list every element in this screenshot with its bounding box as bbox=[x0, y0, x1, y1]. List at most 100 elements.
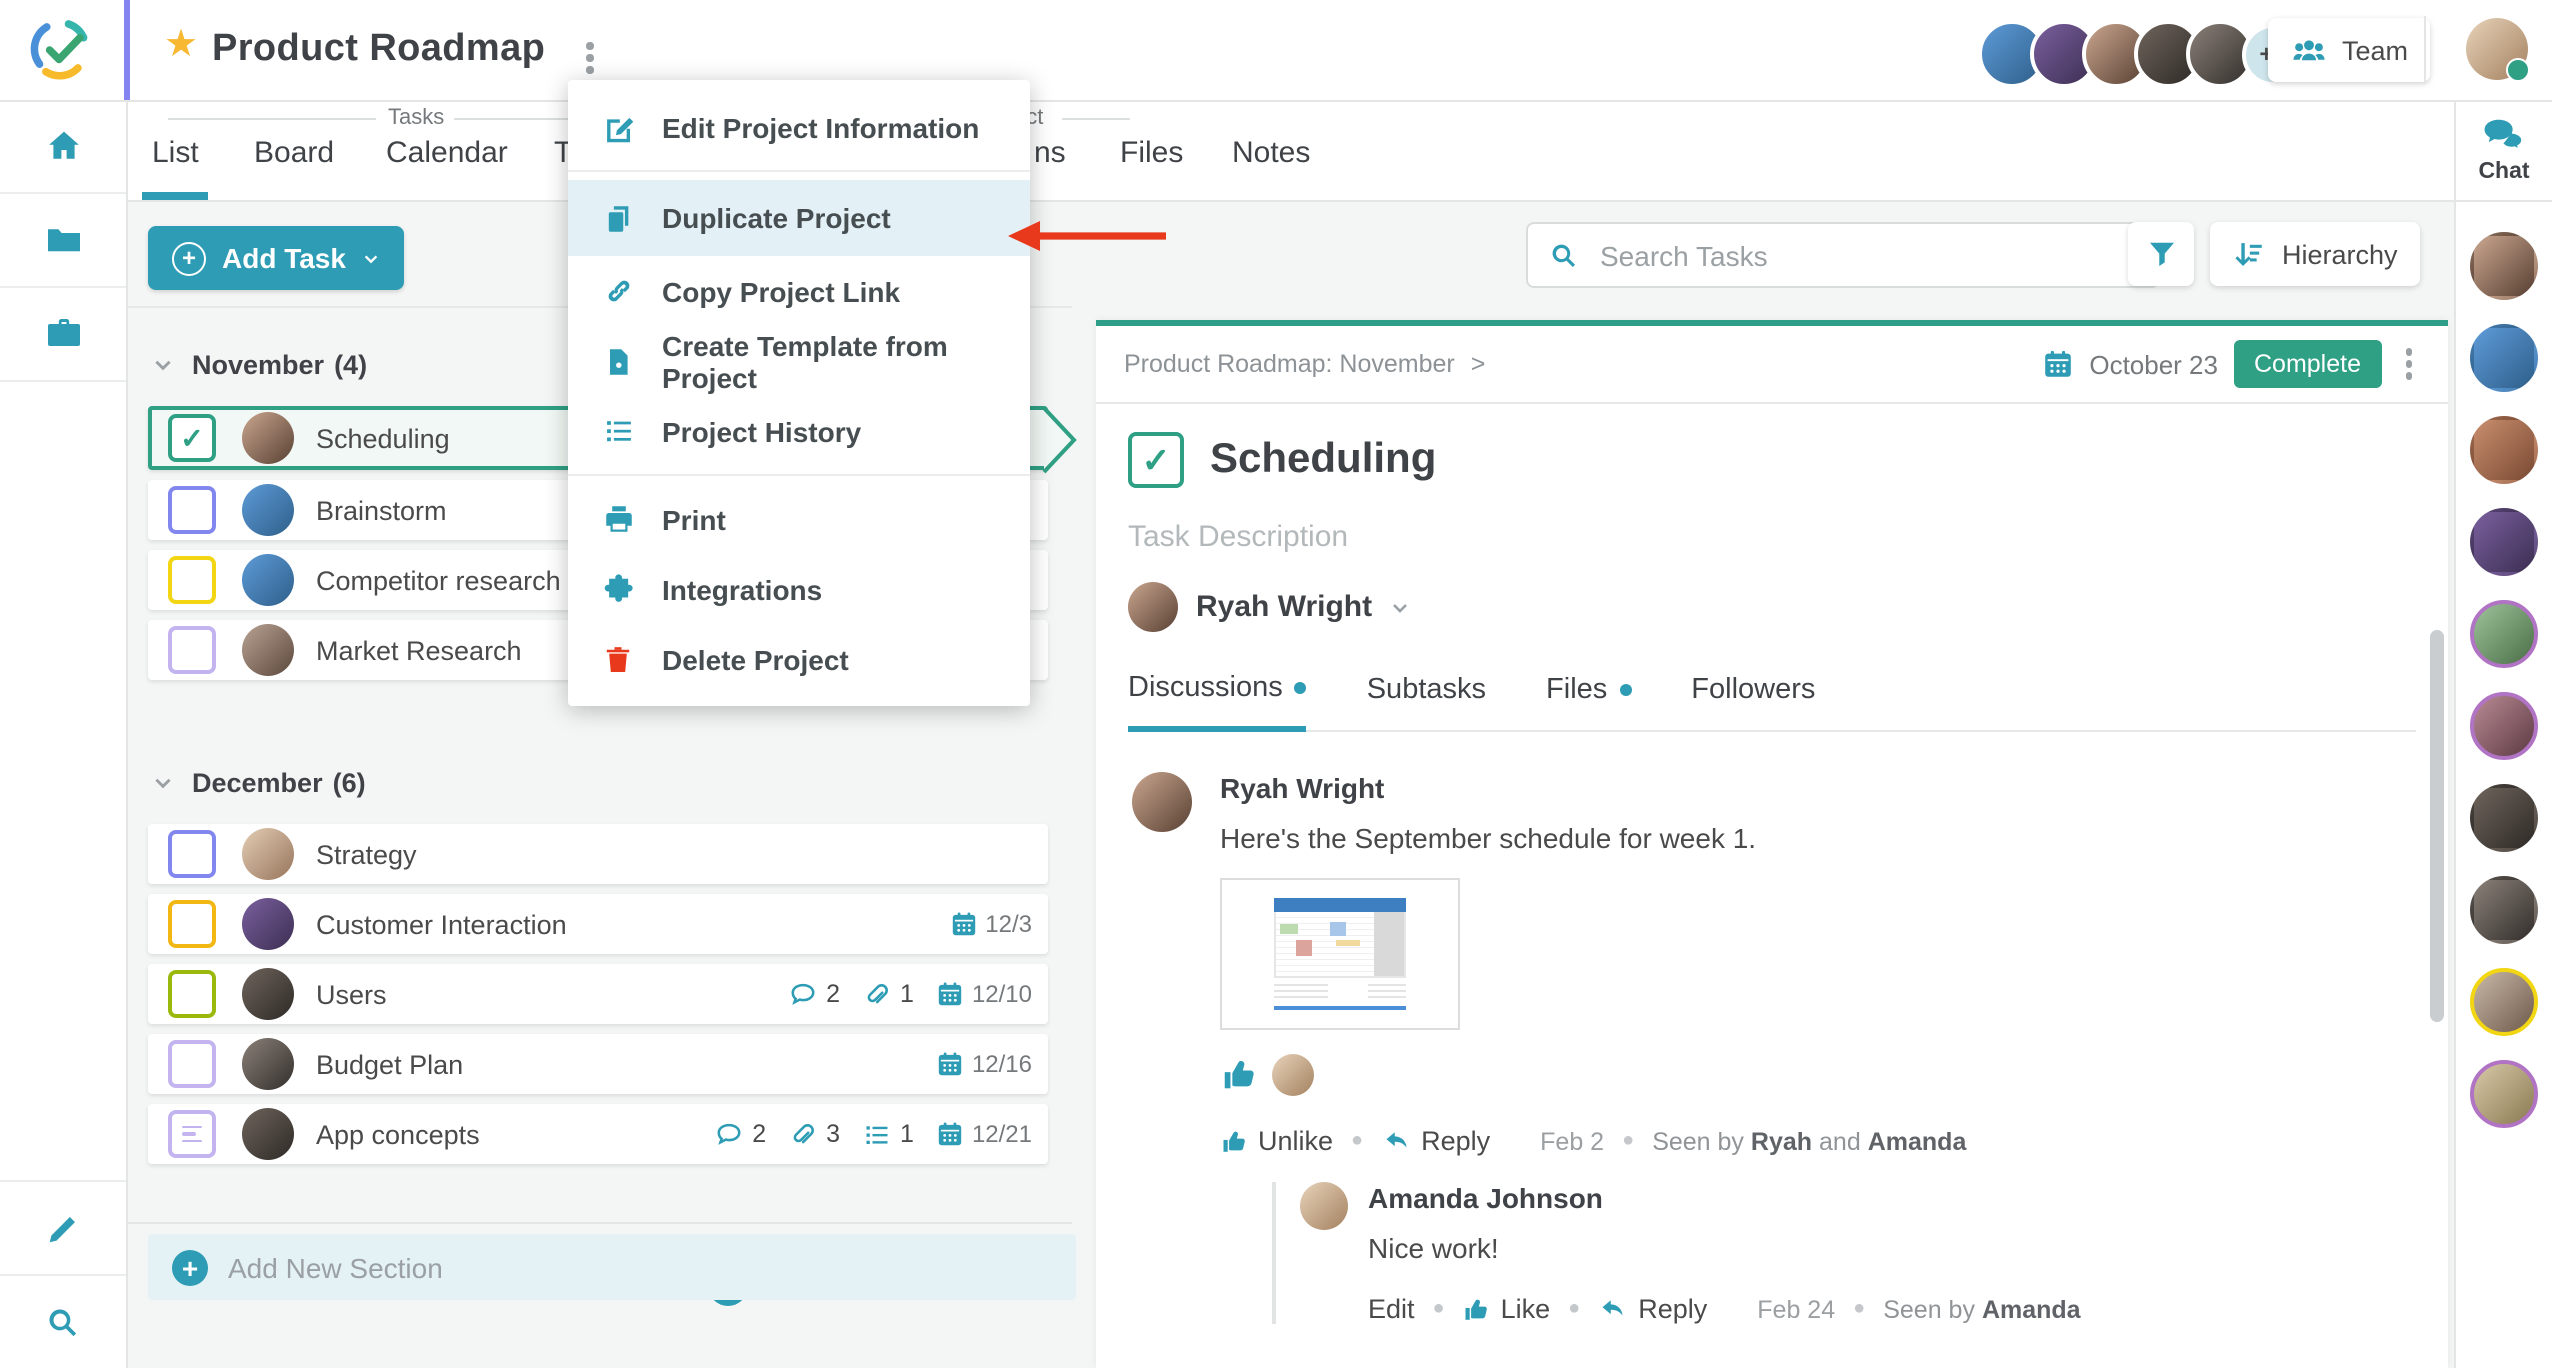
due-date-text: 12/3 bbox=[985, 910, 1032, 938]
menu-divider bbox=[568, 474, 1030, 476]
chat-avatar[interactable] bbox=[2470, 968, 2538, 1036]
breadcrumb[interactable]: Product Roadmap: November bbox=[1124, 350, 1455, 378]
reply-action[interactable]: Reply bbox=[1598, 1294, 1707, 1324]
tab-board[interactable]: Board bbox=[254, 136, 334, 170]
due-date: 12/16 bbox=[936, 1050, 1032, 1078]
tab-list[interactable]: List bbox=[152, 136, 199, 170]
filter-button[interactable] bbox=[2128, 222, 2194, 286]
complete-button[interactable]: Complete bbox=[2234, 340, 2381, 388]
chat-label: Chat bbox=[2478, 160, 2529, 184]
comment-count-text: 2 bbox=[826, 980, 840, 1008]
task-checkbox[interactable] bbox=[168, 626, 216, 674]
chat-avatar[interactable] bbox=[2470, 876, 2538, 944]
due-date-text[interactable]: October 23 bbox=[2089, 349, 2218, 379]
task-checkbox[interactable] bbox=[168, 970, 216, 1018]
due-date-text: 12/21 bbox=[972, 1120, 1032, 1148]
task-menu-button[interactable] bbox=[2397, 341, 2420, 388]
edit-action[interactable]: Edit bbox=[1368, 1294, 1415, 1324]
task-title: Scheduling bbox=[316, 423, 450, 453]
chat-avatar[interactable] bbox=[2470, 692, 2538, 760]
history-icon bbox=[600, 414, 636, 448]
calendar-icon bbox=[936, 1050, 964, 1078]
chat-avatar[interactable] bbox=[2470, 600, 2538, 668]
menu-item-delete-project[interactable]: Delete Project bbox=[568, 624, 1030, 694]
reply-action[interactable]: Reply bbox=[1381, 1126, 1490, 1156]
chevron-down-icon bbox=[362, 249, 380, 267]
nav-work-button[interactable] bbox=[0, 288, 126, 382]
task-row-customer-interaction[interactable]: Customer Interaction 12/3 bbox=[148, 894, 1048, 954]
task-checkbox[interactable] bbox=[168, 830, 216, 878]
tab-subtasks[interactable]: Subtasks bbox=[1367, 656, 1486, 730]
task-row-app-concepts[interactable]: App concepts 2 3 bbox=[148, 1104, 1048, 1164]
subtask-count: 1 bbox=[862, 1119, 914, 1149]
task-checkbox[interactable] bbox=[168, 1110, 216, 1158]
group-line bbox=[1062, 118, 1130, 120]
section-count: (4) bbox=[334, 349, 367, 379]
tab-calendar[interactable]: Calendar bbox=[386, 136, 508, 170]
reply-author-avatar bbox=[1300, 1182, 1348, 1230]
task-row-budget-plan[interactable]: Budget Plan 12/16 bbox=[148, 1034, 1048, 1094]
task-checkbox[interactable] bbox=[168, 486, 216, 534]
menu-item-label: Print bbox=[662, 503, 726, 535]
task-row-users[interactable]: Users 2 1 bbox=[148, 964, 1048, 1024]
task-checkbox[interactable] bbox=[168, 556, 216, 604]
tab-discussions[interactable]: Discussions bbox=[1128, 656, 1307, 732]
hierarchy-button[interactable]: Hierarchy bbox=[2210, 222, 2420, 286]
team-button[interactable]: Team bbox=[2268, 18, 2430, 82]
nav-home-button[interactable] bbox=[0, 100, 126, 194]
assignee-avatar bbox=[242, 484, 294, 536]
duplicate-icon bbox=[600, 201, 636, 235]
filter-icon bbox=[2145, 238, 2177, 270]
current-user-avatar[interactable] bbox=[2466, 18, 2528, 80]
tab-label: Followers bbox=[1691, 674, 1815, 706]
task-checkbox[interactable] bbox=[168, 900, 216, 948]
task-checkbox[interactable] bbox=[168, 1040, 216, 1088]
tab-files[interactable]: Files bbox=[1546, 656, 1631, 730]
attachment-thumbnail[interactable] bbox=[1220, 878, 1460, 1030]
task-description-placeholder[interactable]: Task Description bbox=[1128, 520, 2416, 554]
tab-followers[interactable]: Followers bbox=[1691, 656, 1815, 730]
add-new-section-button[interactable]: + Add New Section bbox=[148, 1234, 1076, 1300]
section-header-december[interactable]: December (6) bbox=[152, 756, 1048, 808]
chat-avatar[interactable] bbox=[2470, 416, 2538, 484]
thumbs-up-icon[interactable] bbox=[1220, 1056, 1258, 1094]
tab-partial-right[interactable]: ns bbox=[1034, 136, 1066, 170]
menu-item-integrations[interactable]: Integrations bbox=[568, 554, 1030, 624]
member-avatar-stack[interactable]: +2 bbox=[1978, 20, 2304, 88]
task-row-strategy[interactable]: Strategy bbox=[148, 824, 1048, 884]
favorite-star-icon[interactable]: ★ bbox=[164, 26, 198, 64]
add-task-button[interactable]: + Add Task bbox=[148, 226, 404, 290]
chat-avatar[interactable] bbox=[2470, 784, 2538, 852]
nav-search-button[interactable] bbox=[0, 1274, 126, 1368]
reply-header: Amanda Johnson Nice work! Edit ● bbox=[1300, 1182, 2081, 1324]
due-date-text: 12/10 bbox=[972, 980, 1032, 1008]
unlike-action[interactable]: Unlike bbox=[1220, 1126, 1333, 1156]
chat-avatar[interactable] bbox=[2470, 508, 2538, 576]
chat-button[interactable]: Chat bbox=[2456, 102, 2552, 202]
assignee-selector[interactable]: Ryah Wright bbox=[1128, 582, 2416, 632]
app-logo-icon[interactable] bbox=[26, 16, 94, 84]
section-name: November bbox=[192, 349, 324, 379]
search-input[interactable] bbox=[1596, 237, 2138, 273]
menu-item-create-template[interactable]: Create Template from Project bbox=[568, 326, 1030, 396]
menu-item-print[interactable]: Print bbox=[568, 484, 1030, 554]
project-menu-button[interactable] bbox=[578, 34, 601, 81]
tab-files[interactable]: Files bbox=[1120, 136, 1183, 170]
tab-notes[interactable]: Notes bbox=[1232, 136, 1310, 170]
liker-avatar[interactable] bbox=[1272, 1054, 1314, 1096]
task-title: Brainstorm bbox=[316, 495, 447, 525]
menu-item-duplicate-project[interactable]: Duplicate Project bbox=[568, 180, 1030, 256]
task-checkbox[interactable]: ✓ bbox=[1128, 432, 1184, 488]
detail-scrollbar-thumb[interactable] bbox=[2430, 630, 2444, 1022]
nav-projects-button[interactable] bbox=[0, 194, 126, 288]
reply-date: Feb 24 bbox=[1757, 1295, 1835, 1323]
chat-avatar[interactable] bbox=[2470, 1060, 2538, 1128]
task-checkbox[interactable]: ✓ bbox=[168, 414, 216, 462]
menu-item-edit-project[interactable]: Edit Project Information bbox=[568, 92, 1030, 162]
chat-avatar[interactable] bbox=[2470, 324, 2538, 392]
nav-notes-button[interactable] bbox=[0, 1180, 126, 1274]
like-action[interactable]: Like bbox=[1463, 1294, 1551, 1324]
menu-item-copy-project-link[interactable]: Copy Project Link bbox=[568, 256, 1030, 326]
menu-item-project-history[interactable]: Project History bbox=[568, 396, 1030, 466]
chat-avatar[interactable] bbox=[2470, 232, 2538, 300]
